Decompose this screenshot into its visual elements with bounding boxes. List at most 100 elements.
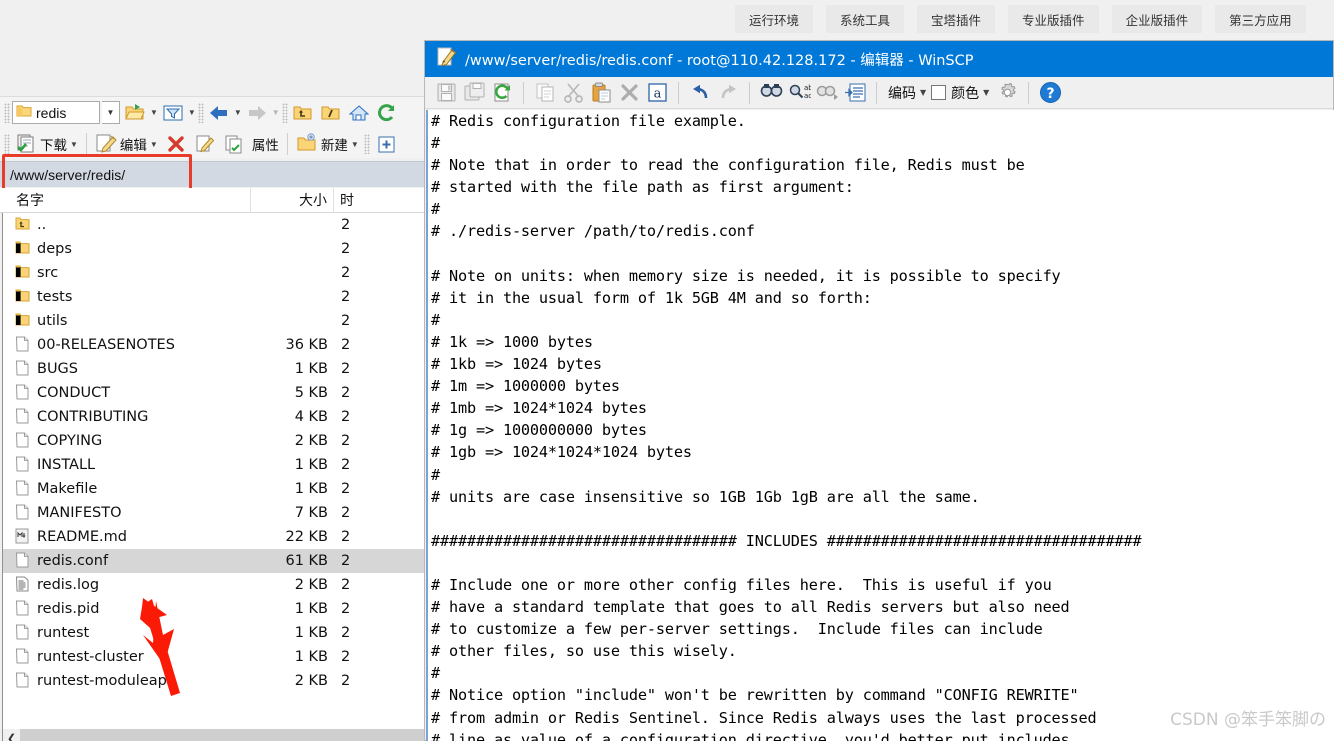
editor-content[interactable]: # Redis configuration file example. # # … — [431, 110, 1142, 741]
file-manager-panel: redis ▼ ▼ ▼ ▼ ▼ 下载 ▼ 编辑 ▼ 属性 新建 ▼ /www/s… — [0, 41, 432, 741]
duplicate-button[interactable] — [221, 131, 247, 157]
settings-gear-button[interactable] — [994, 80, 1020, 106]
table-row[interactable]: redis.pid 1 KB 2 — [3, 597, 429, 621]
file-size: 1 KB — [294, 601, 328, 617]
parent-directory-button[interactable] — [290, 100, 316, 126]
remote-directory-dropdown-arrow[interactable]: ▼ — [102, 101, 120, 124]
table-row[interactable]: BUGS 1 KB 2 — [3, 357, 429, 381]
delete-button[interactable] — [163, 131, 189, 157]
edit-caret-icon[interactable]: ▼ — [150, 140, 158, 149]
refresh-button[interactable] — [374, 100, 400, 126]
filter-caret-icon[interactable]: ▼ — [188, 108, 196, 117]
undo-button[interactable] — [687, 80, 713, 106]
properties-button[interactable]: 属性 — [250, 131, 281, 157]
table-row[interactable]: 00-RELEASENOTES 36 KB 2 — [3, 333, 429, 357]
table-row[interactable]: runtest-cluster 1 KB 2 — [3, 645, 429, 669]
color-swatch-icon[interactable] — [931, 85, 947, 100]
download-label: 下载 — [40, 138, 67, 153]
table-row[interactable]: utils 2 — [3, 309, 429, 333]
table-row[interactable]: runtest 1 KB 2 — [3, 621, 429, 645]
reload-button[interactable] — [489, 80, 515, 106]
properties-label: 属性 — [251, 138, 279, 153]
tab-system-tools[interactable]: 系统工具 — [826, 5, 905, 33]
file-name: runtest-moduleapi — [37, 673, 171, 689]
tab-runtime-env[interactable]: 运行环境 — [735, 5, 814, 33]
tab-pro-plugins[interactable]: 专业版插件 — [1008, 5, 1099, 33]
back-button[interactable] — [206, 100, 232, 126]
file-size: 4 KB — [294, 409, 328, 425]
paste-button[interactable] — [588, 80, 614, 106]
column-header-size[interactable]: 大小 — [255, 190, 327, 210]
remote-directory-combo[interactable]: redis — [12, 101, 100, 124]
encoding-menu[interactable]: 编码 ▼ — [885, 80, 929, 106]
svg-text:ac: ac — [804, 92, 811, 100]
save-all-button[interactable] — [461, 80, 487, 106]
color-caret-icon[interactable]: ▼ — [983, 88, 989, 97]
file-name: .. — [37, 217, 47, 233]
file-name: CONTRIBUTING — [37, 409, 149, 425]
table-row[interactable]: README.md 22 KB 2 — [3, 525, 429, 549]
column-header-date[interactable]: 时 — [340, 190, 354, 210]
back-caret-icon[interactable]: ▼ — [234, 108, 242, 117]
home-directory-button[interactable] — [346, 100, 372, 126]
remote-path-address-bar[interactable]: /www/server/redis/ — [0, 161, 432, 187]
download-caret-icon[interactable]: ▼ — [70, 140, 78, 149]
rename-button[interactable] — [192, 131, 218, 157]
file-icon — [15, 408, 30, 428]
table-row[interactable]: .. 2 — [3, 213, 429, 237]
tab-bt-plugins[interactable]: 宝塔插件 — [917, 5, 996, 33]
file-icon — [15, 552, 30, 572]
remote-directory-value: redis — [36, 104, 67, 121]
clear-button[interactable] — [616, 80, 642, 106]
tab-third-party-apps[interactable]: 第三方应用 — [1215, 5, 1306, 33]
root-directory-button[interactable] — [318, 100, 344, 126]
new-button[interactable]: 新建 ▼ — [294, 131, 361, 157]
file-date: 2 — [341, 649, 351, 665]
download-button[interactable]: 下载 ▼ — [13, 131, 80, 157]
table-row[interactable]: deps 2 — [3, 237, 429, 261]
table-row[interactable]: MANIFESTO 7 KB 2 — [3, 501, 429, 525]
editor-toolbar-separator-3 — [749, 81, 750, 104]
find-next-button — [814, 80, 840, 106]
column-header-name[interactable]: 名字 — [16, 190, 44, 210]
file-size: 7 KB — [294, 505, 328, 521]
encoding-caret-icon[interactable]: ▼ — [920, 88, 926, 97]
editor-text-area[interactable]: # Redis configuration file example. # # … — [426, 110, 1334, 741]
save-button[interactable] — [433, 80, 459, 106]
column-divider-1[interactable] — [250, 188, 251, 213]
folder-icon — [15, 264, 30, 283]
edit-label: 编辑 — [119, 138, 147, 153]
goto-line-button[interactable] — [842, 80, 868, 106]
file-list[interactable]: .. 2 deps 2 src 2 tests 2 utils 2 00-RELEASENOTES 3… — [2, 213, 430, 729]
select-all-button[interactable]: a — [644, 80, 670, 106]
file-size: 2 KB — [294, 433, 328, 449]
file-icon — [15, 336, 30, 356]
add-button[interactable] — [373, 131, 399, 157]
file-size: 22 KB — [285, 529, 328, 545]
find-button[interactable] — [758, 80, 784, 106]
table-row[interactable]: CONTRIBUTING 4 KB 2 — [3, 405, 429, 429]
table-row[interactable]: COPYING 2 KB 2 — [3, 429, 429, 453]
table-row[interactable]: tests 2 — [3, 285, 429, 309]
color-menu[interactable]: 颜色 ▼ — [948, 80, 992, 106]
encoding-label: 编码 — [888, 85, 916, 102]
editor-title-bar[interactable]: /www/server/redis/redis.conf - root@110.… — [425, 41, 1333, 77]
scroll-left-arrow-icon[interactable]: ❮ — [3, 729, 20, 741]
filter-button[interactable] — [160, 100, 186, 126]
table-row[interactable]: CONDUCT 5 KB 2 — [3, 381, 429, 405]
table-row[interactable]: src 2 — [3, 261, 429, 285]
file-list-horizontal-scrollbar[interactable]: ❮ — [2, 729, 430, 741]
table-row[interactable]: runtest-moduleapi 2 KB 2 — [3, 669, 429, 693]
edit-button[interactable]: 编辑 ▼ — [93, 131, 160, 157]
open-directory-button[interactable] — [122, 100, 148, 126]
table-row[interactable]: Makefile 1 KB 2 — [3, 477, 429, 501]
replace-button[interactable]: ab ac — [786, 80, 812, 106]
table-row[interactable]: redis.conf 61 KB 2 — [3, 549, 429, 573]
new-caret-icon[interactable]: ▼ — [351, 140, 359, 149]
tab-enterprise-plugins[interactable]: 企业版插件 — [1111, 5, 1203, 33]
table-row[interactable]: redis.log 2 KB 2 — [3, 573, 429, 597]
column-divider-2[interactable] — [333, 188, 334, 213]
table-row[interactable]: INSTALL 1 KB 2 — [3, 453, 429, 477]
open-directory-caret-icon[interactable]: ▼ — [150, 108, 158, 117]
help-button[interactable]: ? — [1037, 80, 1063, 106]
